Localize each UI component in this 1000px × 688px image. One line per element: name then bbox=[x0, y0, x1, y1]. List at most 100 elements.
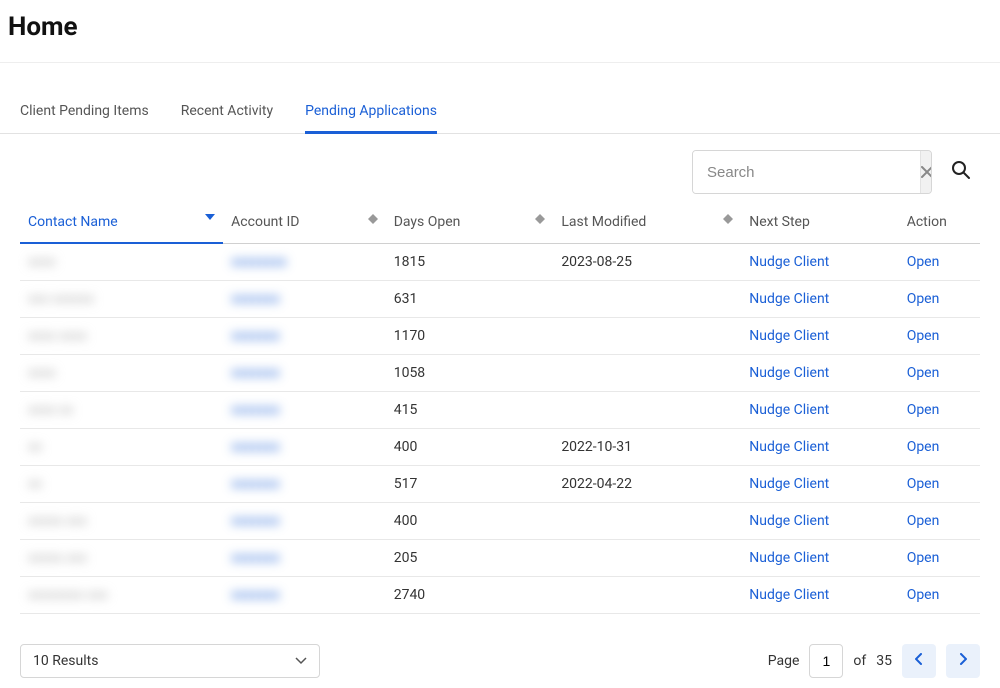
days-open-cell: 400 bbox=[386, 503, 554, 540]
contact-name-cell: xxxxx xxx bbox=[28, 513, 87, 529]
nudge-client-link[interactable]: Nudge Client bbox=[749, 439, 829, 455]
sort-icon[interactable] bbox=[535, 214, 545, 224]
last-modified-cell bbox=[553, 318, 741, 355]
contact-name-cell: xx bbox=[28, 439, 42, 455]
last-modified-cell bbox=[553, 540, 741, 577]
search-icon bbox=[951, 160, 971, 184]
col-contact-name[interactable]: Contact Name bbox=[20, 204, 223, 243]
pagination: Page of 35 bbox=[768, 644, 980, 678]
chevron-down-icon bbox=[295, 653, 307, 669]
account-id-cell[interactable]: xxxxxxx bbox=[231, 328, 280, 344]
days-open-cell: 517 bbox=[386, 466, 554, 503]
open-link[interactable]: Open bbox=[907, 513, 940, 529]
nudge-client-link[interactable]: Nudge Client bbox=[749, 476, 829, 492]
account-id-cell[interactable]: xxxxxxx bbox=[231, 402, 280, 418]
days-open-cell: 1170 bbox=[386, 318, 554, 355]
col-action-label: Action bbox=[907, 214, 947, 230]
contact-name-cell: xxxx bbox=[28, 365, 56, 381]
col-next-step: Next Step bbox=[741, 204, 898, 243]
days-open-cell: 1815 bbox=[386, 243, 554, 281]
open-link[interactable]: Open bbox=[907, 439, 940, 455]
open-link[interactable]: Open bbox=[907, 365, 940, 381]
nudge-client-link[interactable]: Nudge Client bbox=[749, 550, 829, 566]
results-per-page-select[interactable]: 10 Results bbox=[20, 644, 320, 678]
nudge-client-link[interactable]: Nudge Client bbox=[749, 254, 829, 270]
col-next-step-label: Next Step bbox=[749, 214, 810, 230]
col-last-modified[interactable]: Last Modified bbox=[553, 204, 741, 243]
open-link[interactable]: Open bbox=[907, 402, 940, 418]
tabs: Client Pending Items Recent Activity Pen… bbox=[0, 91, 1000, 134]
table-row: xxxxxxxxxxx1058Nudge ClientOpen bbox=[20, 355, 980, 392]
contact-name-cell: xx bbox=[28, 476, 42, 492]
contact-name-cell: xxxx bbox=[28, 254, 56, 270]
table-row: xxxxxxxxxxxx18152023-08-25Nudge ClientOp… bbox=[20, 243, 980, 281]
contact-name-cell: xxxxxxxx xxx bbox=[28, 587, 108, 603]
account-id-cell[interactable]: xxxxxxx bbox=[231, 439, 280, 455]
table-row: xxxxxxxx xxx xxxxxxx 2740 Nudge Client Open bbox=[20, 577, 980, 614]
next-page-button[interactable] bbox=[946, 644, 980, 678]
col-days-open[interactable]: Days Open bbox=[386, 204, 554, 243]
account-id-cell[interactable]: xxxxxxx bbox=[231, 513, 280, 529]
account-id-cell[interactable]: xxxxxxxx bbox=[231, 254, 287, 270]
last-modified-cell bbox=[553, 355, 741, 392]
open-link[interactable]: Open bbox=[907, 550, 940, 566]
last-modified-cell bbox=[553, 281, 741, 318]
nudge-client-link[interactable]: Nudge Client bbox=[749, 328, 829, 344]
days-open-cell: 1058 bbox=[386, 355, 554, 392]
account-id-cell[interactable]: xxxxxxx bbox=[231, 587, 280, 603]
col-days-open-label: Days Open bbox=[394, 214, 461, 230]
prev-page-button[interactable] bbox=[902, 644, 936, 678]
nudge-client-link[interactable]: Nudge Client bbox=[749, 587, 829, 603]
col-last-modified-label: Last Modified bbox=[561, 214, 646, 230]
contact-name-cell: xxxx xx bbox=[28, 402, 73, 418]
sort-icon[interactable] bbox=[368, 214, 378, 224]
table-row: xxxx xxxx xxxxxxx 1170 Nudge Client Open bbox=[20, 318, 980, 355]
open-link[interactable]: Open bbox=[907, 587, 940, 603]
total-pages: 35 bbox=[876, 653, 892, 669]
tab-pending-applications[interactable]: Pending Applications bbox=[305, 91, 437, 134]
open-link[interactable]: Open bbox=[907, 476, 940, 492]
days-open-cell: 400 bbox=[386, 429, 554, 466]
last-modified-cell bbox=[553, 577, 741, 614]
col-account-id[interactable]: Account ID bbox=[223, 204, 386, 243]
col-account-id-label: Account ID bbox=[231, 214, 299, 230]
days-open-cell: 205 bbox=[386, 540, 554, 577]
account-id-cell[interactable]: xxxxxxx bbox=[231, 291, 280, 307]
sort-icon[interactable] bbox=[723, 214, 733, 224]
search-input[interactable] bbox=[693, 151, 920, 193]
tab-recent-activity[interactable]: Recent Activity bbox=[181, 91, 273, 134]
clear-search-button[interactable] bbox=[920, 151, 932, 193]
tab-client-pending-items[interactable]: Client Pending Items bbox=[20, 91, 149, 134]
sort-icon[interactable] bbox=[205, 214, 215, 220]
col-contact-name-label: Contact Name bbox=[28, 214, 118, 230]
page-number-input[interactable] bbox=[809, 644, 843, 678]
last-modified-cell: 2022-10-31 bbox=[553, 429, 741, 466]
nudge-client-link[interactable]: Nudge Client bbox=[749, 513, 829, 529]
table-row: xxxxx xxxxxxxxxx205Nudge ClientOpen bbox=[20, 540, 980, 577]
open-link[interactable]: Open bbox=[907, 328, 940, 344]
chevron-left-icon bbox=[915, 653, 923, 669]
last-modified-cell: 2022-04-22 bbox=[553, 466, 741, 503]
days-open-cell: 2740 bbox=[386, 577, 554, 614]
days-open-cell: 415 bbox=[386, 392, 554, 429]
account-id-cell[interactable]: xxxxxxx bbox=[231, 365, 280, 381]
nudge-client-link[interactable]: Nudge Client bbox=[749, 291, 829, 307]
days-open-cell: 631 bbox=[386, 281, 554, 318]
search-container bbox=[692, 150, 932, 194]
last-modified-cell: 2023-08-25 bbox=[553, 243, 741, 281]
open-link[interactable]: Open bbox=[907, 254, 940, 270]
account-id-cell[interactable]: xxxxxxx bbox=[231, 476, 280, 492]
last-modified-cell bbox=[553, 392, 741, 429]
open-link[interactable]: Open bbox=[907, 291, 940, 307]
close-icon bbox=[921, 163, 932, 182]
page-title: Home bbox=[8, 12, 992, 42]
nudge-client-link[interactable]: Nudge Client bbox=[749, 402, 829, 418]
contact-name-cell: xxxx xxxx bbox=[28, 328, 87, 344]
account-id-cell[interactable]: xxxxxxx bbox=[231, 550, 280, 566]
results-per-page-label: 10 Results bbox=[33, 653, 98, 669]
table-row: xxx xxxxxxxxxxxxx631Nudge ClientOpen bbox=[20, 281, 980, 318]
nudge-client-link[interactable]: Nudge Client bbox=[749, 365, 829, 381]
search-button[interactable] bbox=[942, 150, 980, 194]
col-action: Action bbox=[899, 204, 980, 243]
table-row: xxxxxxxxx5172022-04-22Nudge ClientOpen bbox=[20, 466, 980, 503]
